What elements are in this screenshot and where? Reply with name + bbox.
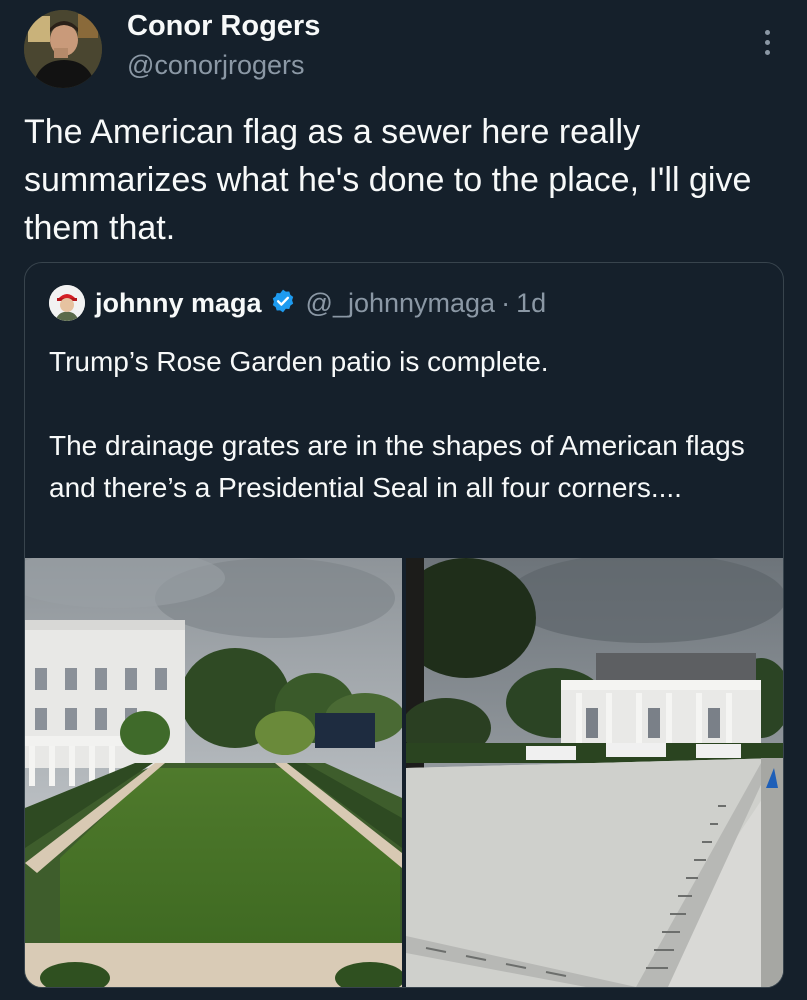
- verified-badge-icon: [270, 288, 296, 319]
- quoted-tweet-header: johnny maga @_johnnymaga · 1d: [49, 285, 546, 321]
- time-separator: ·: [501, 287, 511, 318]
- photo-rose-garden-lawn[interactable]: [25, 558, 402, 987]
- author-avatar[interactable]: [24, 10, 102, 88]
- author-name[interactable]: Conor Rogers: [127, 10, 320, 43]
- author-handle[interactable]: @conorjrogers: [127, 50, 304, 81]
- quoted-author-avatar[interactable]: [49, 285, 85, 321]
- quoted-tweet[interactable]: johnny maga @_johnnymaga · 1d Trump’s Ro…: [24, 262, 784, 988]
- quoted-tweet-media: [25, 558, 783, 987]
- quoted-tweet-time[interactable]: 1d: [516, 288, 546, 319]
- photo-rose-garden-patio[interactable]: [406, 558, 783, 987]
- quoted-tweet-text: Trump’s Rose Garden patio is complete. T…: [49, 346, 745, 503]
- tweet-text: The American flag as a sewer here really…: [24, 113, 752, 247]
- quoted-author-name[interactable]: johnny maga: [95, 288, 262, 319]
- more-options-icon[interactable]: [752, 24, 782, 60]
- quoted-author-handle[interactable]: @_johnnymaga: [306, 288, 496, 319]
